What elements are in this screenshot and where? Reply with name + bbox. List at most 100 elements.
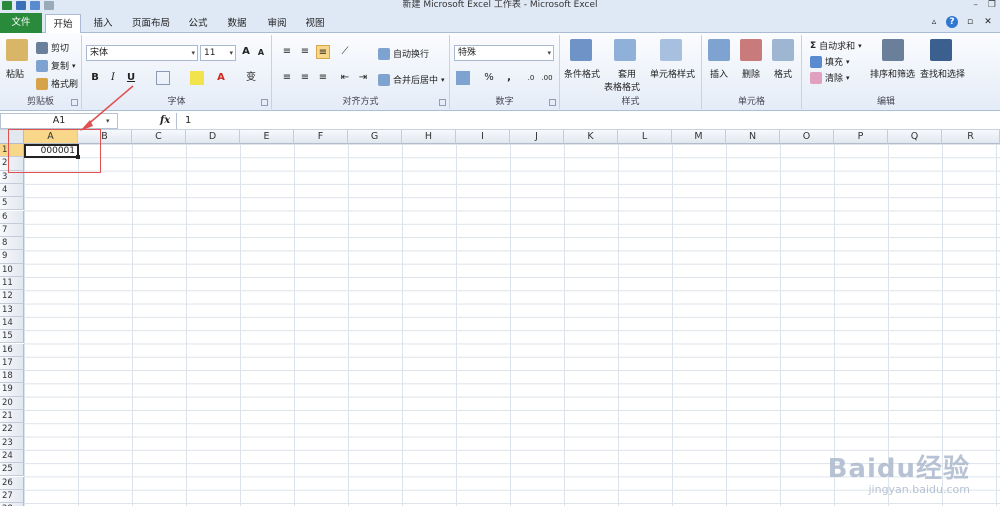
fill-button[interactable]: 填充 ▾ [810,55,850,68]
column-header-m[interactable]: M [672,130,726,144]
number-format-combo[interactable]: 特殊 ▾ [454,45,554,61]
increase-indent-icon[interactable]: ⇥ [356,71,370,85]
tab-data[interactable]: 数据 [222,14,252,33]
chevron-down-icon[interactable]: ▾ [106,113,110,129]
insert-cells-button[interactable]: 插入 [710,67,728,80]
column-header-e[interactable]: E [240,130,294,144]
align-center-icon[interactable]: ≡ [298,71,312,85]
conditional-format-button[interactable]: 条件格式 [564,67,600,80]
border-icon[interactable] [156,71,170,85]
minimize-icon[interactable]: – [973,0,978,11]
tab-review[interactable]: 审阅 [262,14,292,33]
font-size-combo[interactable]: 11 ▾ [200,45,236,61]
column-header-k[interactable]: K [564,130,618,144]
wrap-text-button[interactable]: 自动换行 [378,47,429,60]
format-cells-button[interactable]: 格式 [774,67,792,80]
cut-button[interactable]: 剪切 [36,41,69,54]
column-header-r[interactable]: R [942,130,1000,144]
autosum-button[interactable]: Σ 自动求和 ▾ [810,39,862,53]
row-header-17[interactable]: 17 [0,356,24,371]
row-header-18[interactable]: 18 [0,370,24,384]
row-header-8[interactable]: 8 [0,237,24,251]
tab-view[interactable]: 视图 [300,14,330,33]
orientation-icon[interactable]: ⟋ [338,45,352,59]
delete-cells-icon[interactable] [740,39,762,61]
formula-input[interactable]: 1 [176,113,1000,129]
row-header-19[interactable]: 19 [0,383,24,397]
tab-page-layout[interactable]: 页面布局 [125,14,177,33]
row-header-15[interactable]: 15 [0,330,24,344]
copy-button[interactable]: 复制 ▾ [36,59,76,72]
ribbon-close-icon[interactable]: ✕ [982,16,994,28]
sort-filter-button[interactable]: 排序和筛选 [870,67,915,80]
row-header-21[interactable]: 21 [0,410,24,424]
column-header-j[interactable]: J [510,130,564,144]
tab-home[interactable]: 开始 [45,14,81,34]
row-header-24[interactable]: 24 [0,449,24,464]
column-header-p[interactable]: P [834,130,888,144]
grow-font-button[interactable]: A [239,45,253,59]
column-header-h[interactable]: H [402,130,456,144]
cell-styles-icon[interactable] [660,39,682,61]
column-header-d[interactable]: D [186,130,240,144]
comma-button[interactable]: , [502,71,516,85]
column-header-q[interactable]: Q [888,130,942,144]
underline-button[interactable]: U [124,71,138,85]
row-header-13[interactable]: 13 [0,303,24,317]
row-header-12[interactable]: 12 [0,290,24,304]
tab-formulas[interactable]: 公式 [183,14,213,33]
row-header-14[interactable]: 14 [0,316,24,331]
align-middle-icon[interactable]: ≡ [298,45,312,59]
row-header-9[interactable]: 9 [0,250,24,264]
ribbon-restore-icon[interactable]: ▫ [964,16,976,28]
italic-button[interactable]: I [106,71,120,85]
row-header-11[interactable]: 11 [0,277,24,291]
shrink-font-button[interactable]: A [254,46,268,60]
name-box[interactable]: A1 [0,113,118,129]
tab-file[interactable]: 文件 [0,13,42,33]
clear-button[interactable]: 清除 ▾ [810,71,850,84]
increase-decimal-icon[interactable]: .0 [524,71,538,85]
conditional-format-icon[interactable] [570,39,592,61]
minimize-ribbon-icon[interactable]: ▵ [928,16,940,28]
delete-cells-button[interactable]: 删除 [742,67,760,80]
help-icon[interactable]: ? [946,16,958,28]
find-select-button[interactable]: 查找和选择 [920,67,965,80]
row-header-26[interactable]: 26 [0,476,24,490]
number-launcher-icon[interactable] [549,99,556,106]
font-launcher-icon[interactable] [261,99,268,106]
row-header-6[interactable]: 6 [0,210,24,224]
decrease-decimal-icon[interactable]: .00 [540,71,554,85]
insert-function-icon[interactable]: fx [160,113,170,129]
align-bottom-icon[interactable]: ≡ [316,45,330,59]
align-top-icon[interactable]: ≡ [280,45,294,59]
row-header-27[interactable]: 27 [0,489,24,504]
restore-icon[interactable]: ❐ [988,0,996,11]
row-header-16[interactable]: 16 [0,343,24,357]
find-select-icon[interactable] [930,39,952,61]
phonetic-icon[interactable]: 变 [244,71,258,85]
align-left-icon[interactable]: ≡ [280,71,294,85]
column-header-l[interactable]: L [618,130,672,144]
row-header-10[interactable]: 10 [0,263,24,277]
fill-color-icon[interactable] [190,71,204,85]
row-header-5[interactable]: 5 [0,197,24,211]
alignment-launcher-icon[interactable] [439,99,446,106]
align-right-icon[interactable]: ≡ [316,71,330,85]
row-header-20[interactable]: 20 [0,396,24,410]
bold-button[interactable]: B [88,71,102,85]
font-name-combo[interactable]: 宋体 ▾ [86,45,198,61]
currency-icon[interactable] [456,71,470,85]
column-header-c[interactable]: C [132,130,186,144]
row-header-22[interactable]: 22 [0,423,24,437]
font-color-icon[interactable]: A [214,71,228,85]
tab-insert[interactable]: 插入 [88,14,118,33]
format-as-table-label-2[interactable]: 表格格式 [604,80,640,93]
column-header-g[interactable]: G [348,130,402,144]
sort-filter-icon[interactable] [882,39,904,61]
clipboard-launcher-icon[interactable] [71,99,78,106]
row-header-25[interactable]: 25 [0,463,24,477]
decrease-indent-icon[interactable]: ⇤ [338,71,352,85]
insert-cells-icon[interactable] [708,39,730,61]
column-header-i[interactable]: I [456,130,510,144]
